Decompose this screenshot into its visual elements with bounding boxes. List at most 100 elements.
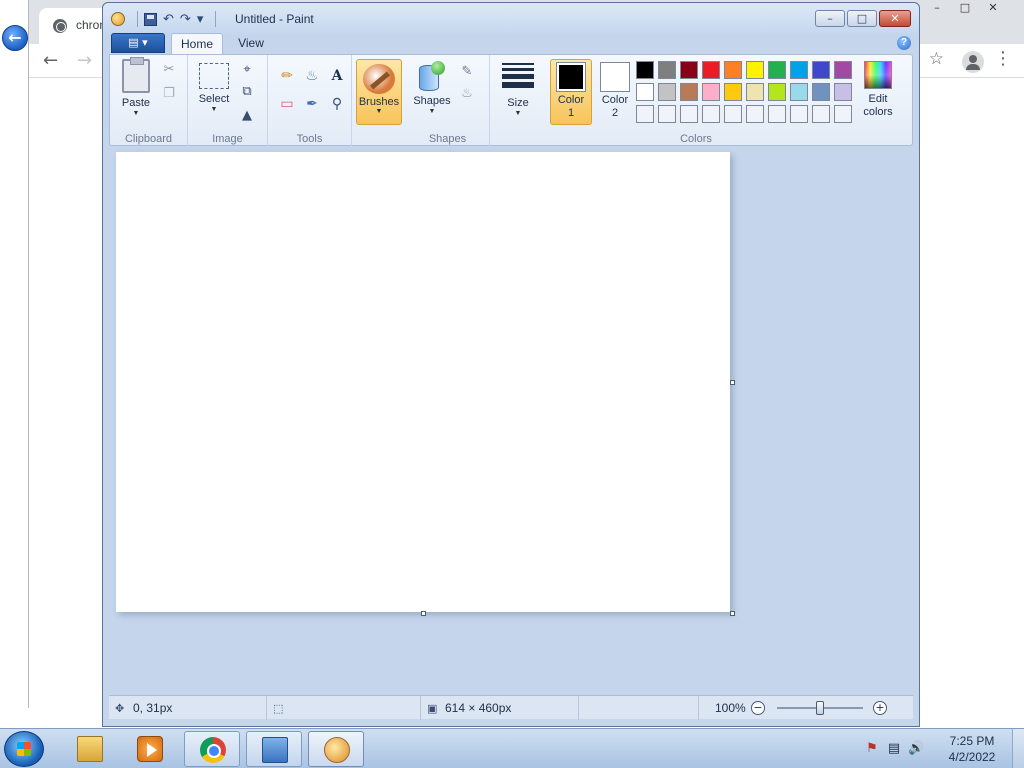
tools-group: ✏ ♨ A ▭ ✒ ⚲ Tools: [268, 55, 352, 147]
close-button[interactable]: ✕: [879, 10, 911, 27]
file-menu-button[interactable]: ▤ ▾: [111, 33, 165, 53]
palette-swatch[interactable]: [812, 105, 830, 123]
palette-swatch[interactable]: [702, 105, 720, 123]
shape-fill-icon[interactable]: ♨: [458, 85, 476, 103]
palette-swatch[interactable]: [834, 105, 852, 123]
paste-label: Paste: [121, 97, 151, 109]
canvas-area[interactable]: [109, 148, 913, 694]
palette-swatch[interactable]: [834, 61, 852, 79]
cursor-position: 0, 31px: [133, 701, 173, 715]
palette-swatch[interactable]: [834, 83, 852, 101]
taskbar-explorer[interactable]: [62, 731, 118, 767]
taskbar-paint[interactable]: [308, 731, 364, 767]
palette-swatch[interactable]: [768, 105, 786, 123]
clock[interactable]: 7:25 PM 4/2/2022: [936, 733, 1008, 765]
palette-swatch[interactable]: [636, 83, 654, 101]
palette-swatch[interactable]: [790, 61, 808, 79]
size-button[interactable]: Size ▼: [496, 59, 540, 118]
palette-swatch[interactable]: [746, 105, 764, 123]
palette-swatch[interactable]: [768, 83, 786, 101]
palette-swatch[interactable]: [724, 105, 742, 123]
cut-icon[interactable]: ✂: [160, 61, 178, 79]
zoom-in-button[interactable]: +: [873, 701, 887, 715]
crop-icon[interactable]: ⌖: [238, 61, 256, 79]
palette-swatch[interactable]: [702, 83, 720, 101]
brushes-button[interactable]: Brushes ▼: [356, 59, 402, 125]
palette-swatch[interactable]: [636, 105, 654, 123]
bookmark-star-icon[interactable]: ☆: [929, 49, 944, 69]
title-bar[interactable]: ↶ ↷ ▾ Untitled - Paint – □ ✕: [103, 3, 919, 33]
volume-icon[interactable]: 🔊: [908, 741, 924, 757]
resize-handle-corner[interactable]: [730, 611, 735, 616]
show-desktop-button[interactable]: [1012, 729, 1024, 768]
palette-swatch[interactable]: [812, 61, 830, 79]
palette-swatch[interactable]: [746, 83, 764, 101]
palette-swatch[interactable]: [768, 61, 786, 79]
color-1-button[interactable]: Color 1: [550, 59, 592, 125]
pencil-icon[interactable]: ✏: [276, 65, 298, 87]
fill-bucket-icon[interactable]: ♨: [301, 65, 323, 87]
back-arrow-icon[interactable]: ←: [43, 50, 58, 71]
taskbar-control-panel[interactable]: [246, 731, 302, 767]
resize-handle-right[interactable]: [730, 380, 735, 385]
palette-swatch[interactable]: [680, 105, 698, 123]
shape-outline-icon[interactable]: ✎: [458, 63, 476, 81]
palette-swatch[interactable]: [658, 61, 676, 79]
zoom-out-button[interactable]: −: [751, 701, 765, 715]
action-center-flag-icon[interactable]: ⚑: [864, 741, 880, 757]
resize-icon[interactable]: ⧉: [238, 83, 256, 101]
help-icon[interactable]: ?: [897, 36, 911, 50]
redo-icon[interactable]: ↷: [180, 12, 191, 27]
copy-icon[interactable]: ❐: [160, 85, 178, 103]
color-picker-icon[interactable]: ✒: [301, 93, 323, 115]
zoom-slider-thumb[interactable]: [816, 701, 824, 715]
shapes-button[interactable]: Shapes ▼: [410, 59, 454, 116]
chrome-minimize-button[interactable]: –: [924, 0, 950, 16]
paste-button[interactable]: Paste ▼: [116, 57, 156, 118]
chrome-window-controls: – □ ✕: [922, 0, 1018, 18]
resize-handle-bottom[interactable]: [421, 611, 426, 616]
taskbar-media-player[interactable]: [122, 731, 178, 767]
network-icon[interactable]: ▤: [886, 741, 902, 757]
tab-home[interactable]: Home: [171, 33, 223, 55]
palette-swatch[interactable]: [658, 105, 676, 123]
select-button[interactable]: Select ▼: [194, 59, 234, 114]
magnifier-icon[interactable]: ⚲: [326, 93, 348, 115]
chrome-maximize-button[interactable]: □: [952, 0, 978, 16]
palette-swatch[interactable]: [658, 83, 676, 101]
palette-swatch[interactable]: [812, 83, 830, 101]
eraser-icon[interactable]: ▭: [276, 93, 298, 115]
ribbon: Paste ▼ ✂ ❐ Clipboard Select ▼ ⌖ ⧉ ▲ Ima…: [109, 54, 913, 147]
minimize-button[interactable]: –: [815, 10, 845, 27]
back-arrow-icon[interactable]: ←: [2, 25, 28, 51]
palette-swatch[interactable]: [702, 61, 720, 79]
edit-colors-button[interactable]: Edit colors: [856, 59, 900, 119]
drawing-canvas[interactable]: [116, 152, 730, 612]
color-2-button[interactable]: Color 2: [594, 59, 636, 125]
palette-swatch[interactable]: [636, 61, 654, 79]
paint-app-icon[interactable]: [111, 12, 125, 26]
size-group: Size ▼: [490, 55, 546, 147]
start-button[interactable]: [4, 731, 44, 767]
taskbar-chrome[interactable]: [184, 731, 240, 767]
tab-view[interactable]: View: [229, 33, 273, 55]
palette-swatch[interactable]: [724, 83, 742, 101]
palette-swatch[interactable]: [790, 83, 808, 101]
window-title: Untitled - Paint: [235, 12, 314, 26]
palette-swatch[interactable]: [790, 105, 808, 123]
rotate-icon[interactable]: ▲: [238, 107, 256, 125]
palette-swatch[interactable]: [680, 83, 698, 101]
undo-icon[interactable]: ↶: [163, 12, 174, 27]
palette-swatch[interactable]: [746, 61, 764, 79]
profile-avatar-icon[interactable]: [962, 51, 984, 73]
maximize-button[interactable]: □: [847, 10, 877, 27]
palette-swatch[interactable]: [680, 61, 698, 79]
chrome-close-button[interactable]: ✕: [980, 0, 1006, 16]
clock-time: 7:25 PM: [949, 734, 995, 748]
text-tool-icon[interactable]: A: [326, 65, 348, 87]
forward-arrow-icon[interactable]: →: [77, 50, 92, 71]
kebab-menu-icon[interactable]: ⋮: [994, 48, 1012, 69]
save-icon[interactable]: [144, 12, 157, 26]
customize-qat-icon[interactable]: ▾: [197, 12, 204, 27]
palette-swatch[interactable]: [724, 61, 742, 79]
